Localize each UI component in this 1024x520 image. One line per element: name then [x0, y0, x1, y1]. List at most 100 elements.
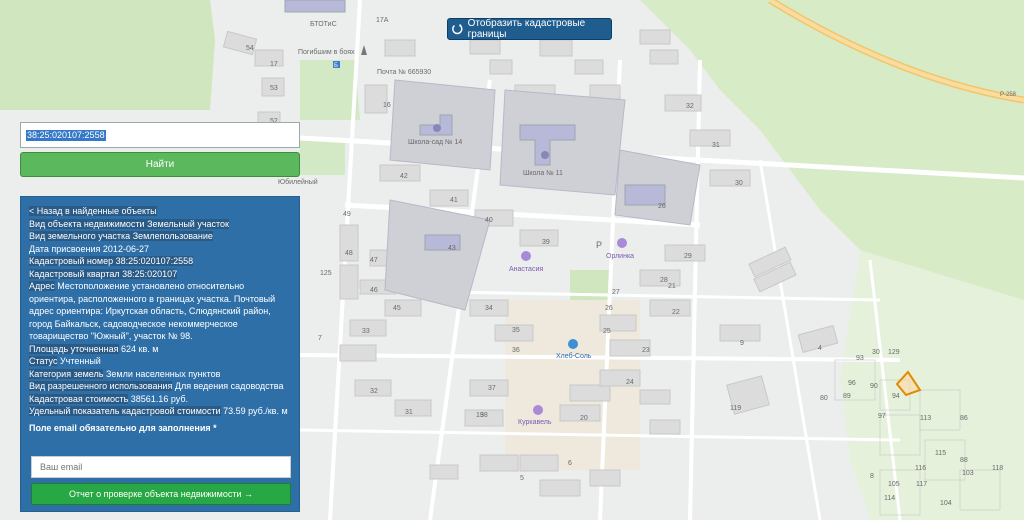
hleb-sol-icon[interactable] — [568, 339, 578, 349]
svg-text:49: 49 — [343, 211, 351, 218]
svg-text:93: 93 — [856, 355, 864, 362]
svg-text:16: 16 — [383, 102, 391, 109]
svg-text:90: 90 — [870, 383, 878, 390]
svg-text:94: 94 — [892, 393, 900, 400]
poi-17a: 17А — [376, 17, 389, 24]
svg-text:9: 9 — [740, 340, 744, 347]
property-report-button[interactable]: Отчет о проверке объекта недвижимости → — [31, 483, 291, 505]
svg-text:7: 7 — [318, 335, 322, 342]
specific-cost-row: Удельный показатель кадастровой стоимост… — [29, 406, 288, 416]
svg-text:86: 86 — [960, 415, 968, 422]
svg-text:47: 47 — [370, 257, 378, 264]
svg-text:42: 42 — [400, 173, 408, 180]
svg-text:103: 103 — [962, 470, 974, 477]
svg-text:31: 31 — [405, 409, 413, 416]
search-selected-text: 38:25:020107:2558 — [26, 130, 106, 141]
svg-text:97: 97 — [878, 413, 886, 420]
svg-text:115: 115 — [935, 450, 946, 457]
refresh-icon — [452, 23, 463, 35]
poi-school11: Школа № 11 — [523, 170, 563, 177]
svg-text:33: 33 — [362, 328, 370, 335]
svg-text:39: 39 — [542, 239, 550, 246]
category-row: Категория земель Земли населенных пункто… — [29, 368, 221, 379]
svg-text:40: 40 — [485, 217, 493, 224]
poi-hleb-sol: Хлеб-Соль — [556, 352, 592, 360]
svg-text:104: 104 — [940, 500, 952, 507]
svg-text:26: 26 — [605, 305, 613, 312]
email-field-wrap[interactable] — [31, 456, 291, 478]
poi-kurkavel: Куркавель — [518, 419, 552, 426]
school-14-icon — [433, 124, 441, 132]
svg-text:21: 21 — [668, 283, 676, 290]
status-row: Статус Учтенный — [29, 356, 101, 366]
property-info-panel: < Назад в найденные объекты Вид объекта … — [20, 196, 300, 512]
school-11-icon — [541, 151, 549, 159]
svg-text:29: 29 — [684, 253, 692, 260]
svg-text:30: 30 — [872, 349, 880, 356]
svg-text:54: 54 — [246, 45, 254, 52]
svg-text:23: 23 — [642, 347, 650, 354]
svg-text:117: 117 — [916, 481, 927, 488]
svg-text:27: 27 — [612, 289, 620, 296]
show-cadastral-borders-button[interactable]: Отобразить кадастровые границы — [447, 18, 612, 40]
svg-text:25: 25 — [603, 328, 611, 335]
usage-row: Вид разрешенного использования Для веден… — [29, 381, 284, 391]
search-box[interactable]: 38:25:020107:2558 — [20, 122, 300, 148]
svg-text:36: 36 — [512, 347, 520, 354]
svg-text:4: 4 — [818, 345, 822, 352]
find-button[interactable]: Найти — [20, 152, 300, 177]
svg-text:53: 53 — [270, 85, 278, 92]
svg-text:37: 37 — [488, 385, 496, 392]
svg-text:46: 46 — [370, 287, 378, 294]
poi-yubileyny: Юбилейный — [278, 178, 318, 186]
back-to-results-link[interactable]: < Назад в найденные объекты — [29, 205, 291, 218]
svg-text:34: 34 — [485, 305, 493, 312]
svg-text:30: 30 — [735, 180, 743, 187]
poi-pochta: Почта № 665930 — [377, 69, 431, 76]
svg-text:32: 32 — [686, 103, 694, 110]
svg-text:48: 48 — [345, 250, 353, 257]
property-type-row: Вид объекта недвижимости Земельный участ… — [29, 218, 229, 229]
svg-text:43: 43 — [448, 245, 456, 252]
email-field[interactable] — [32, 457, 290, 477]
svg-text:89: 89 — [843, 393, 851, 400]
cad-quarter-row: Кадастровый квартал 38:25:020107 — [29, 268, 178, 279]
svg-text:32: 32 — [370, 388, 378, 395]
svg-text:80: 80 — [820, 395, 828, 402]
kurkavel-icon[interactable] — [533, 405, 543, 415]
svg-text:118: 118 — [992, 465, 1003, 472]
svg-text:45: 45 — [393, 305, 401, 312]
svg-text:6: 6 — [568, 460, 572, 467]
poi-anastasia: Анастасия — [509, 266, 543, 273]
poi-school14: Школа-сад № 14 — [408, 139, 462, 146]
svg-text:119: 119 — [730, 405, 741, 412]
svg-text:116: 116 — [915, 465, 926, 472]
svg-text:22: 22 — [672, 309, 680, 316]
svg-text:41: 41 — [450, 197, 458, 204]
area-row: Площадь уточненная 624 кв. м — [29, 343, 159, 354]
poi-btotis: БТОТиС — [310, 21, 337, 28]
show-cadastral-borders-label: Отобразить кадастровые границы — [467, 18, 586, 40]
land-type-row: Вид земельного участка Землепользование — [29, 231, 213, 241]
road-r258-label: Р-258 — [1000, 92, 1017, 98]
svg-text:28: 28 — [660, 277, 668, 284]
svg-text:26: 26 — [658, 203, 666, 210]
svg-text:8: 8 — [870, 473, 874, 480]
poi-bus-stop: Б — [334, 63, 338, 69]
svg-text:113: 113 — [920, 415, 931, 422]
svg-text:35: 35 — [512, 327, 520, 334]
address-row: Адрес Местоположение установлено относит… — [29, 281, 276, 341]
svg-text:19: 19 — [476, 412, 484, 419]
date-row: Дата присвоения 2012-06-27 — [29, 243, 149, 254]
anastasia-icon[interactable] — [521, 251, 531, 261]
cad-number-row: Кадастровый номер 38:25:020107:2558 — [29, 256, 194, 266]
svg-text:20: 20 — [580, 415, 588, 422]
poi-pogibshim: Погибшим в боях — [298, 48, 355, 56]
svg-text:114: 114 — [884, 495, 895, 502]
svg-text:129: 129 — [888, 349, 900, 356]
email-required-label: Поле email обязательно для заполнения * — [29, 422, 217, 433]
poi-orlinka: Орлинка — [606, 253, 634, 260]
orlinka-icon[interactable] — [617, 238, 627, 248]
poi-parking: Р — [596, 240, 602, 250]
svg-text:125: 125 — [320, 270, 332, 277]
